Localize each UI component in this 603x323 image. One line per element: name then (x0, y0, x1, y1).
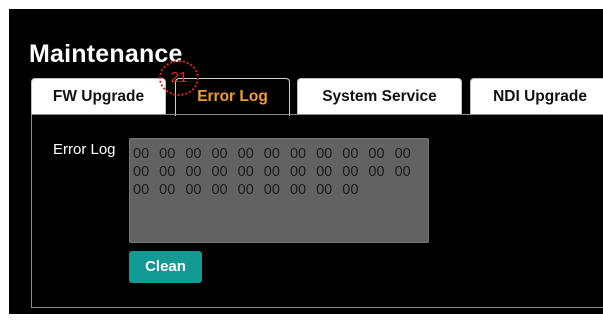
error-log-label: Error Log (53, 141, 116, 158)
tab-fw-upgrade[interactable]: FW Upgrade (31, 78, 166, 115)
tab-system-service[interactable]: System Service (297, 78, 462, 115)
callout-marker: 21 (159, 60, 199, 96)
clean-button[interactable]: Clean (129, 251, 202, 283)
error-log-textarea[interactable]: 00 00 00 00 00 00 00 00 00 00 00 00 00 0… (129, 138, 429, 243)
tab-ndi-upgrade[interactable]: NDI Upgrade (470, 78, 603, 115)
page-title: Maintenance (29, 40, 183, 68)
